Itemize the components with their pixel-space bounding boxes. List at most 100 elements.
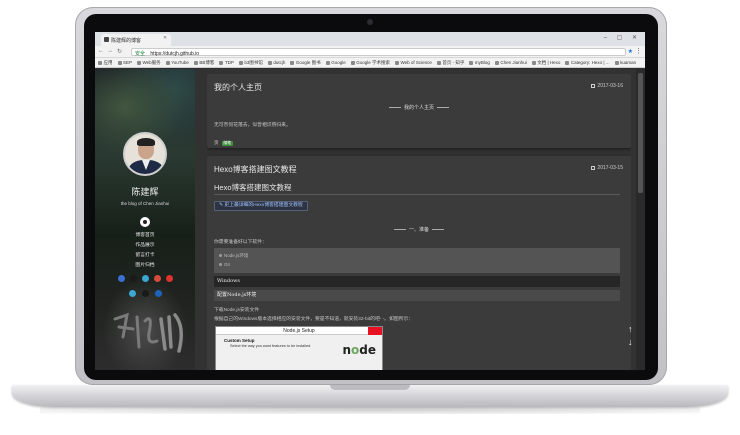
avatar-hair	[137, 138, 155, 146]
sidebar-item-home[interactable]: 博客首页	[95, 231, 195, 241]
bookmark-favicon-icon	[350, 60, 355, 65]
scroll-thumb[interactable]	[638, 73, 643, 193]
sidebar-item-archive[interactable]: 图片归档	[95, 261, 195, 271]
avatar[interactable]	[123, 132, 167, 176]
divider-line	[432, 229, 444, 231]
bookmark-favicon-icon	[494, 60, 499, 65]
post-subheading-text: 我的个人主页	[403, 105, 434, 111]
bookmark-item[interactable]: Chen Jianhui	[494, 60, 527, 65]
bookmark-label: Web服务	[142, 59, 161, 65]
bookmark-item[interactable]: kuaman	[614, 60, 636, 65]
post-date-text: 2017-03-16	[597, 83, 623, 89]
url-text: https://dutcjh.github.io	[150, 51, 200, 57]
post-heading: Hexo博客搭建图文教程	[214, 183, 292, 192]
bookmark-label: Web of Science	[400, 60, 432, 65]
author-name: 陈建辉	[131, 187, 159, 197]
bookmark-label: 应用	[103, 59, 113, 65]
bookmark-favicon-icon	[267, 60, 272, 65]
bookmark-item[interactable]: 首页 - 知乎	[436, 60, 464, 66]
bookmark-label: SEP	[123, 60, 133, 65]
tutorial-link-button[interactable]: ✎ 史上最详细的Hexo博客搭建图文教程	[214, 201, 308, 211]
software-item: Node.js环境	[214, 251, 620, 260]
social-weibo-icon[interactable]	[153, 275, 161, 282]
bookmark-item[interactable]: YouTube	[165, 60, 189, 65]
bookmark-favicon-icon	[137, 60, 142, 65]
window-controls[interactable]: – ▢ ✕	[604, 34, 641, 41]
bookmark-label: 文档 | Hexo	[537, 59, 561, 65]
bookmark-item[interactable]: 文档 | Hexo	[531, 59, 561, 66]
browser-tab[interactable]: 陈建辉的博客	[101, 34, 171, 46]
install-instruction: 根据自己的Windows版本选择相应的安装文件，要是不知道，就安装32-bit的…	[214, 317, 414, 322]
bookmarks-bar: 应用 SEP Web服务 YouTube BB博客 TDP b3图书馆 dutcjh Googl…	[95, 58, 645, 68]
software-list: Node.js环境 Git	[214, 248, 620, 273]
bookmark-item[interactable]: SEP	[117, 60, 133, 65]
tag-badge[interactable]: 随笔	[221, 140, 234, 146]
node-config-bar: 配置Node.js环境	[214, 290, 620, 301]
bookmark-item[interactable]: Google	[325, 60, 346, 65]
tab-close-icon[interactable]: ✕	[163, 35, 167, 41]
bookmark-favicon-icon	[290, 60, 295, 65]
forward-icon[interactable]: →	[107, 48, 113, 54]
calendar-icon	[591, 165, 596, 170]
bookmark-item[interactable]: myBlog	[469, 60, 490, 65]
node-setup-window: Node.js Setup Custom Setup Select the wa…	[215, 326, 383, 370]
post-tags: 页 随笔	[214, 140, 234, 146]
menu-icon[interactable]: ⋮	[635, 47, 642, 55]
sidebar-item-guestbook[interactable]: 留言打卡	[95, 251, 195, 261]
bookmark-item[interactable]: Web of Science	[394, 60, 432, 65]
url-input[interactable]: 安全 https://dutcjh.github.io	[131, 48, 626, 57]
download-text: 下载Node.js安装文件	[214, 308, 260, 313]
bookmark-item[interactable]: b3图书馆	[238, 60, 263, 66]
tutorial-link-label: 史上最详细的Hexo博客搭建图文教程	[224, 203, 303, 208]
bookmark-item[interactable]: Web服务	[137, 60, 161, 66]
bookmark-favicon-icon	[219, 60, 224, 65]
prep-text: 你需要准备好以下软件：	[214, 240, 267, 245]
bookmark-item[interactable]: BB博客	[193, 60, 214, 66]
social-google-icon[interactable]	[165, 275, 173, 282]
social-dark-icon[interactable]	[141, 290, 149, 297]
social-linkedin-icon[interactable]	[154, 290, 162, 297]
bookmark-label: YouTube	[171, 60, 189, 65]
social-links-top	[95, 275, 195, 282]
scroll-top-icon[interactable]: ↑	[628, 324, 633, 334]
bookmark-star-icon[interactable]: ★	[628, 48, 633, 55]
social-github-icon[interactable]	[129, 275, 137, 282]
social-twitter-icon[interactable]	[141, 275, 149, 282]
sidebar-item-works[interactable]: 作品展示	[95, 241, 195, 251]
scroll-bottom-icon[interactable]: ↓	[628, 337, 633, 347]
social-qq-icon[interactable]	[117, 275, 125, 282]
bookmark-favicon-icon	[165, 60, 170, 65]
favicon-icon	[104, 37, 109, 42]
divider-line	[388, 107, 401, 109]
bookmark-item[interactable]: TDP	[219, 60, 234, 65]
setup-window-title: Node.js Setup	[216, 327, 382, 335]
post-title[interactable]: 我的个人主页	[214, 82, 262, 93]
page-scrollbar[interactable]	[636, 69, 645, 370]
tab-title: 陈建辉的博客	[111, 38, 142, 44]
bookmark-favicon-icon	[614, 60, 619, 65]
bookmark-item[interactable]: dutcjh	[267, 60, 285, 65]
github-icon[interactable]	[140, 217, 150, 227]
bookmark-item[interactable]: Category: Hexo | ...	[565, 60, 610, 65]
post-date-text: 2017-03-15	[597, 165, 623, 171]
post-title[interactable]: Hexo博客搭建图文教程	[214, 164, 297, 175]
bookmark-favicon-icon	[394, 60, 399, 65]
sidebar-nav: 博客首页 作品展示 留言打卡 图片归档	[95, 231, 195, 271]
reload-icon[interactable]: ↻	[117, 48, 122, 55]
bookmark-item[interactable]: Google 图书	[290, 59, 321, 66]
screen: 陈建辉的博客 ✕ – ▢ ✕ ← → ↻ 安全 https://dutcjh.g…	[95, 32, 645, 370]
calendar-icon	[591, 83, 596, 88]
laptop-notch	[330, 385, 410, 390]
social-bird-icon[interactable]	[128, 290, 136, 297]
bookmark-label: Google 图书	[295, 59, 321, 65]
bookmark-favicon-icon	[469, 60, 474, 65]
bookmark-favicon-icon	[436, 60, 441, 65]
post-date: 2017-03-16	[591, 83, 623, 89]
calligraphy-art	[113, 312, 183, 353]
bookmark-item[interactable]: Google 学术搜索	[350, 60, 390, 66]
back-icon[interactable]: ←	[98, 48, 104, 54]
bookmark-favicon-icon	[325, 60, 330, 65]
post-card: 我的个人主页 2017-03-16 我的个人主页 无可奈何花落去，似曾相识燕归来…	[207, 74, 631, 148]
bookmark-item[interactable]: 应用	[98, 60, 113, 66]
post-card: Hexo博客搭建图文教程 2017-03-15 Hexo博客搭建图文教程 ✎ 史…	[207, 156, 631, 370]
